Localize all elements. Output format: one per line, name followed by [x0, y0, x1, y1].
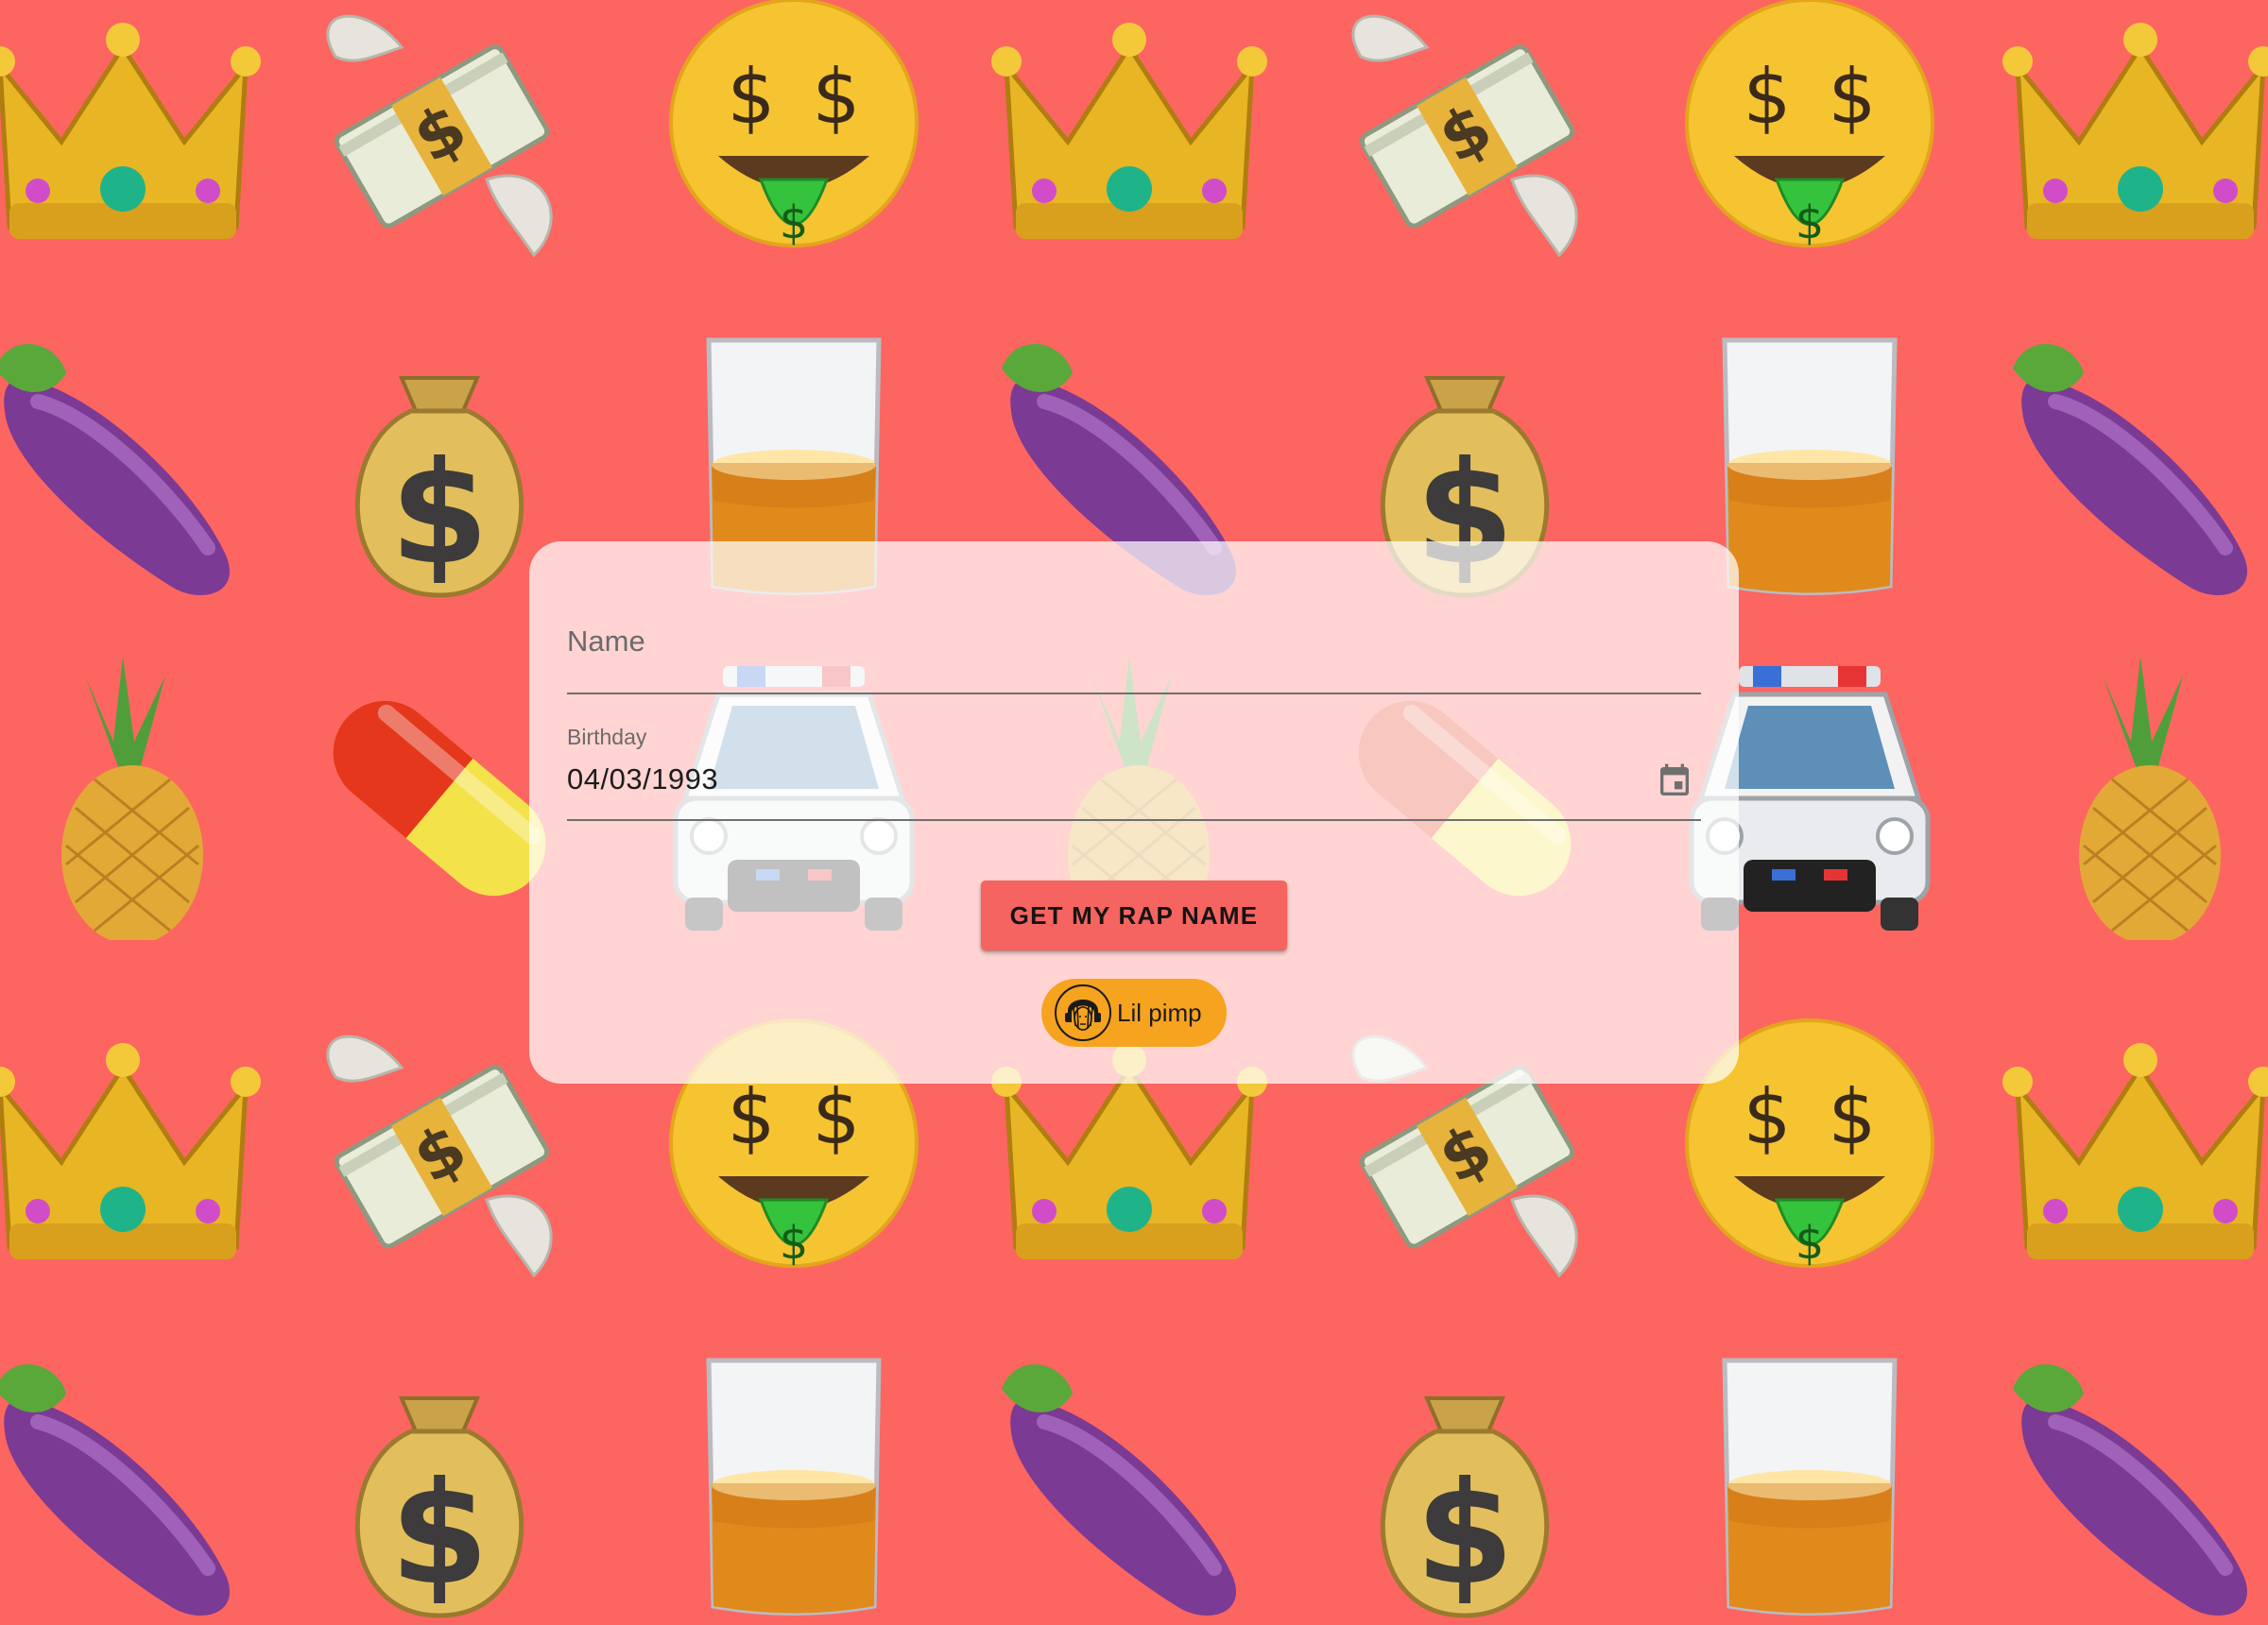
eggplant-icon — [1999, 321, 2268, 605]
money-with-wings-icon: $ — [1323, 0, 1606, 274]
birthday-field[interactable]: Birthday 04/03/1993 — [567, 725, 1701, 821]
rap-name-chip: Lil pimp — [1041, 979, 1227, 1047]
calendar-icon[interactable] — [1656, 761, 1693, 802]
eggplant-icon — [0, 1342, 265, 1625]
crown-icon — [0, 0, 265, 274]
crown-icon — [988, 0, 1271, 274]
svg-text:$: $ — [1829, 53, 1877, 141]
birthday-value[interactable]: 04/03/1993 — [567, 762, 718, 796]
rap-name-label: Lil pimp — [1117, 999, 1202, 1027]
whiskey-glass-icon — [652, 1342, 936, 1625]
svg-text:$: $ — [1416, 1452, 1514, 1616]
svg-text:$: $ — [390, 1452, 489, 1616]
crown-icon — [0, 1011, 265, 1294]
money-mouth-face-icon: $ $ $ — [1668, 0, 1951, 274]
name-placeholder: Name — [567, 624, 645, 658]
svg-text:$: $ — [1796, 1217, 1825, 1270]
rapper-avatar-icon — [1055, 984, 1111, 1041]
money-mouth-face-icon: $ $ $ — [652, 0, 936, 274]
eggplant-icon — [1999, 1342, 2268, 1625]
eggplant-icon — [988, 1342, 1271, 1625]
svg-text:$: $ — [780, 1217, 809, 1270]
svg-text:$: $ — [390, 432, 489, 596]
eggplant-icon — [0, 321, 265, 605]
pineapple-icon — [0, 657, 265, 945]
svg-text:$: $ — [1796, 197, 1825, 249]
money-bag-icon: $ — [1323, 1342, 1606, 1625]
birthday-label: Birthday — [567, 725, 647, 749]
svg-text:$: $ — [728, 53, 776, 141]
whiskey-glass-icon — [1668, 1342, 1951, 1625]
svg-text:$: $ — [1829, 1073, 1877, 1161]
name-field[interactable]: Name — [567, 617, 1701, 694]
crown-icon — [1999, 1011, 2268, 1294]
svg-text:$: $ — [813, 1073, 861, 1161]
money-bag-icon: $ — [298, 1342, 581, 1625]
svg-text:$: $ — [728, 1073, 776, 1161]
money-with-wings-icon: $ — [298, 0, 581, 274]
rap-name-form-card: Name Birthday 04/03/1993 GET MY RAP NAME… — [529, 541, 1739, 1084]
svg-text:$: $ — [813, 53, 861, 141]
crown-icon — [1999, 0, 2268, 274]
svg-text:$: $ — [1744, 1073, 1792, 1161]
get-rap-name-button[interactable]: GET MY RAP NAME — [981, 881, 1287, 950]
svg-text:$: $ — [780, 197, 809, 249]
pineapple-icon — [1999, 657, 2268, 945]
svg-text:$: $ — [1744, 53, 1792, 141]
